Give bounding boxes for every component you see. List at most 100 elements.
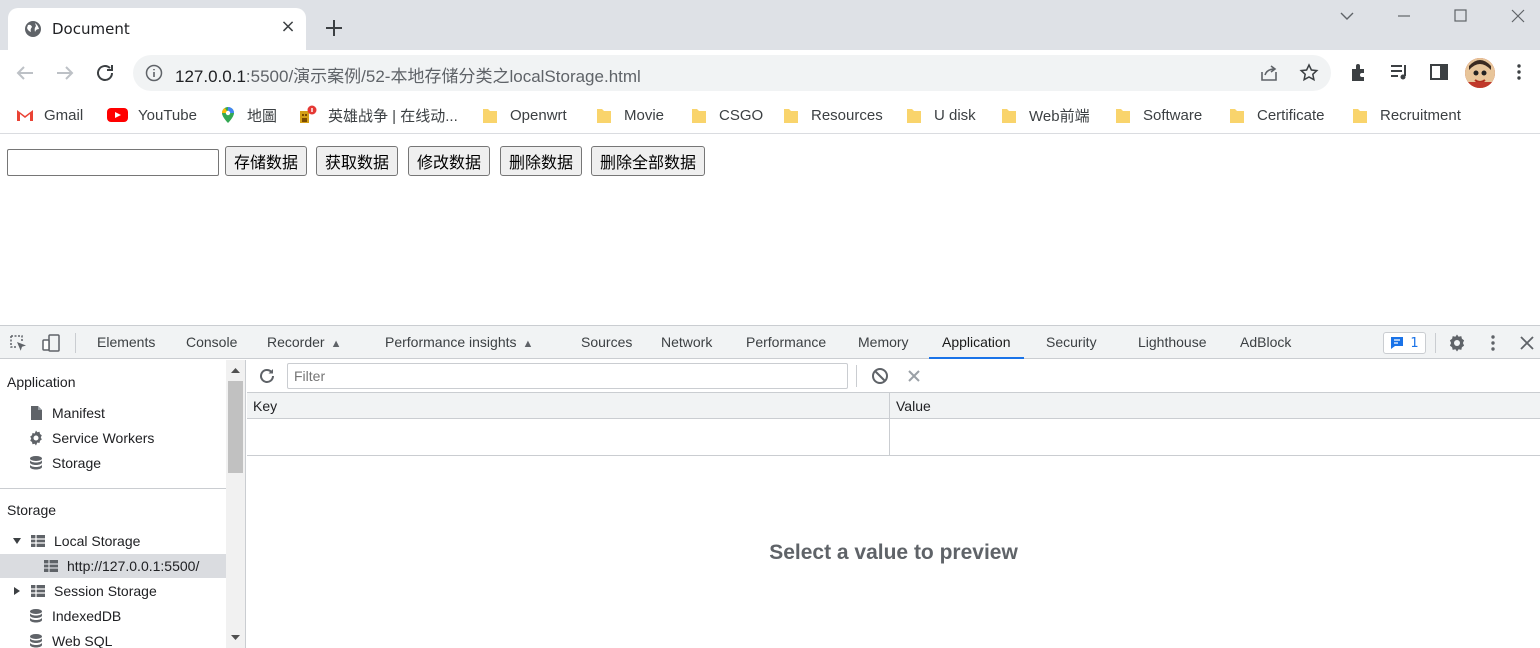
toolbar-divider (75, 333, 76, 353)
tab-network[interactable]: Network (661, 326, 712, 359)
delete-all-data-button[interactable]: 删除全部数据 (591, 146, 706, 176)
globe-icon (25, 21, 41, 37)
toolbar-divider (1435, 333, 1436, 353)
maximize-icon[interactable] (1445, 4, 1475, 28)
youtube-icon (107, 108, 128, 122)
issues-count: 1 (1410, 335, 1419, 351)
tab-lighthouse[interactable]: Lighthouse (1138, 326, 1207, 359)
scrollbar-thumb[interactable] (228, 381, 243, 473)
tab-elements[interactable]: Elements (97, 326, 155, 359)
sidebar-item-storage[interactable]: Storage (28, 451, 101, 475)
sidebar-item-service-workers[interactable]: Service Workers (28, 426, 154, 450)
sidebar-item-local-storage-origin[interactable]: http://127.0.0.1:5500/ (0, 554, 226, 578)
database-icon (30, 609, 42, 623)
inspect-element-icon[interactable] (8, 333, 28, 353)
bookmark-youtube[interactable]: YouTube (107, 104, 197, 126)
modify-data-button[interactable]: 修改数据 (408, 146, 491, 176)
tab-label: Recorder (267, 334, 325, 350)
column-header-value[interactable]: Value (890, 393, 931, 419)
share-icon[interactable] (1259, 63, 1279, 83)
close-devtools-icon[interactable] (1517, 333, 1537, 353)
bookmark-gmail[interactable]: Gmail (16, 104, 83, 126)
bookmark-label: 英雄战争 | 在线动... (328, 107, 458, 125)
back-icon[interactable] (13, 61, 37, 85)
folder-icon (597, 109, 611, 123)
bookmark-folder-openwrt[interactable]: Openwrt (482, 104, 567, 126)
sidebar-item-label: Session Storage (54, 583, 157, 599)
tab-performance[interactable]: Performance (746, 326, 826, 359)
media-control-icon[interactable] (1388, 61, 1410, 83)
tab-sources[interactable]: Sources (581, 326, 632, 359)
delete-data-button[interactable]: 删除数据 (500, 146, 583, 176)
tab-console[interactable]: Console (186, 326, 237, 359)
tab-security[interactable]: Security (1046, 326, 1097, 359)
refresh-icon[interactable] (258, 367, 276, 385)
chevron-down-icon[interactable] (1332, 4, 1362, 28)
sidebar-item-websql[interactable]: Web SQL (28, 629, 112, 648)
site-info-icon[interactable] (145, 64, 163, 82)
store-data-button[interactable]: 存储数据 (225, 146, 308, 176)
bookmark-folder-web[interactable]: Web前端 (1001, 104, 1090, 126)
sidebar-divider (0, 488, 226, 489)
sidebar-scrollbar[interactable] (226, 360, 245, 648)
bookmark-folder-csgo[interactable]: CSGO (691, 104, 763, 126)
tab-application[interactable]: Application (929, 326, 1024, 359)
bookmark-folder-udisk[interactable]: U disk (906, 104, 976, 126)
url-host: 127.0.0.1 (175, 67, 246, 86)
bookmark-folder-resources[interactable]: Resources (783, 104, 883, 126)
column-header-key[interactable]: Key (247, 393, 277, 419)
sidebar-item-label: Storage (52, 455, 102, 471)
clear-all-icon[interactable] (871, 367, 889, 385)
sidebar-item-label: http://127.0.0.1:5500/ (67, 558, 200, 574)
bookmark-folder-recruitment[interactable]: Recruitment (1352, 104, 1461, 126)
bookmark-folder-software[interactable]: Software (1115, 104, 1202, 126)
issues-badge[interactable]: 1 (1383, 332, 1426, 354)
filter-input[interactable] (287, 363, 848, 389)
side-panel-icon[interactable] (1428, 61, 1450, 83)
bookmark-game[interactable]: 英雄战争 | 在线动... (298, 104, 458, 126)
new-tab-icon[interactable] (322, 16, 346, 40)
settings-gear-icon[interactable] (1447, 333, 1467, 353)
sidebar-item-manifest[interactable]: Manifest (28, 401, 105, 425)
scroll-up-arrow-icon[interactable] (230, 365, 241, 376)
bookmark-maps[interactable]: 地圖 (219, 104, 277, 126)
tab-memory[interactable]: Memory (858, 326, 909, 359)
browser-menu-icon[interactable] (1508, 61, 1530, 83)
tab-adblock[interactable]: AdBlock (1240, 326, 1291, 359)
bookmark-folder-certificate[interactable]: Certificate (1229, 104, 1325, 126)
data-input[interactable] (7, 149, 219, 176)
table-icon (44, 560, 58, 572)
minimize-icon[interactable] (1389, 4, 1419, 28)
more-options-icon[interactable] (1483, 333, 1503, 353)
document-icon (31, 406, 42, 420)
window-close-icon[interactable] (1503, 4, 1533, 28)
browser-tab[interactable]: Document × (8, 8, 306, 50)
bookmark-label: Recruitment (1380, 106, 1461, 124)
bookmark-folder-movie[interactable]: Movie (596, 104, 664, 126)
storage-table-header: Key Value (247, 393, 1540, 419)
tab-close-icon[interactable]: × (278, 17, 298, 37)
profile-avatar[interactable] (1465, 58, 1495, 88)
forward-icon[interactable] (53, 61, 77, 85)
sidebar-item-local-storage[interactable]: Local Storage (12, 529, 140, 553)
extensions-icon[interactable] (1348, 61, 1370, 83)
table-row[interactable] (247, 420, 1540, 456)
tab-recorder[interactable]: Recorder ▲ (267, 326, 341, 359)
scroll-down-arrow-icon[interactable] (230, 632, 241, 643)
url-text[interactable]: 127.0.0.1:5500/演示案例/52-本地存储分类之localStora… (175, 62, 641, 87)
tab-label: Performance insights (385, 334, 517, 350)
device-toolbar-icon[interactable] (41, 333, 61, 353)
bookmark-label: Resources (811, 106, 883, 124)
folder-icon (784, 109, 798, 123)
reload-icon[interactable] (93, 61, 117, 85)
sidebar-item-session-storage[interactable]: Session Storage (12, 579, 157, 603)
get-data-button[interactable]: 获取数据 (316, 146, 399, 176)
address-bar[interactable]: 127.0.0.1:5500/演示案例/52-本地存储分类之localStora… (133, 55, 1331, 91)
sidebar-item-indexeddb[interactable]: IndexedDB (28, 604, 121, 628)
maps-icon (222, 107, 234, 123)
bookmark-label: Gmail (44, 106, 84, 124)
delete-selected-icon[interactable] (905, 367, 923, 385)
tab-performance-insights[interactable]: Performance insights ▲ (385, 326, 533, 359)
bookmark-star-icon[interactable] (1299, 63, 1319, 83)
devtools-tab-bar: Elements Console Recorder ▲ Performance i… (0, 326, 1540, 359)
